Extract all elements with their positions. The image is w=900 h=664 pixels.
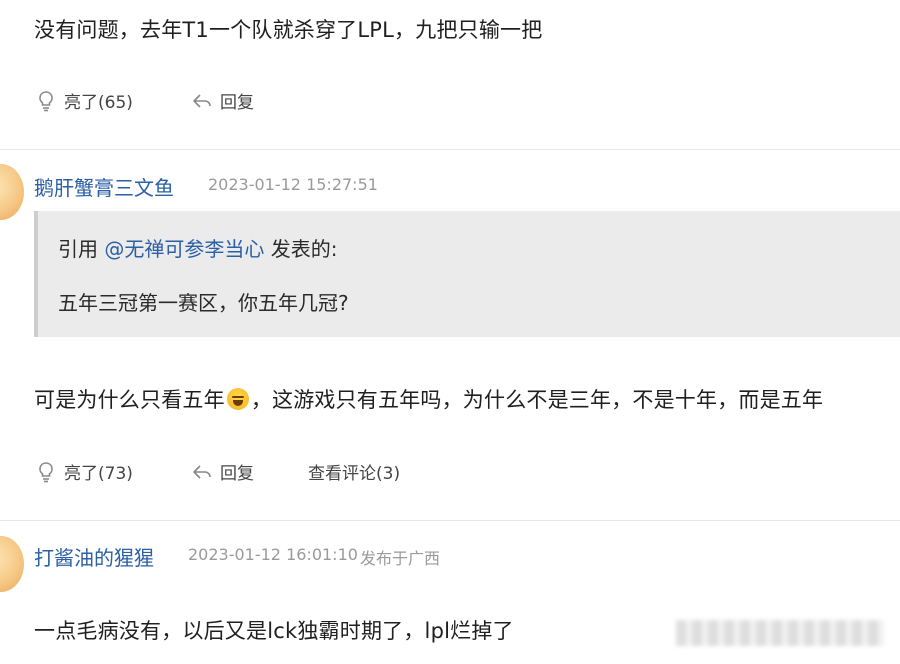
lightbulb-icon xyxy=(39,90,53,111)
comment-1-like-button[interactable]: 亮了(65) xyxy=(36,88,133,113)
reply-label: 回复 xyxy=(220,93,254,113)
comment-2-username[interactable]: 鹅肝蟹膏三文鱼 xyxy=(34,172,174,201)
quote-mention-link[interactable]: @无禅可参李当心 xyxy=(104,237,264,261)
comment-1-reply-button[interactable]: 回复 xyxy=(192,88,254,113)
reply-icon xyxy=(193,464,211,479)
comment-3-username[interactable]: 打酱油的猩猩 xyxy=(34,542,154,571)
watermark xyxy=(676,620,884,646)
reply-label: 回复 xyxy=(220,464,254,484)
comment-divider xyxy=(0,149,900,150)
reply-icon xyxy=(193,93,211,108)
avatar[interactable] xyxy=(0,536,24,592)
quote-suffix: 发表的: xyxy=(264,237,338,261)
comment-1-text: 没有问题，去年T1一个队就杀穿了LPL，九把只输一把 xyxy=(34,18,543,42)
view-replies-button[interactable]: 查看评论(3) xyxy=(308,459,400,484)
laughing-crying-emoji-icon xyxy=(226,388,249,410)
like-count-label: 亮了(65) xyxy=(64,93,133,113)
comment-2-like-button[interactable]: 亮了(73) xyxy=(36,459,133,484)
comment-3-timestamp: 2023-01-12 16:01:10 xyxy=(188,545,358,564)
comment-3-location: 发布于广西 xyxy=(360,549,441,568)
view-replies-label: 查看评论(3) xyxy=(308,464,401,484)
comment-2-text-part-2: ，这游戏只有五年吗，为什么不是三年，不是十年，而是五年 xyxy=(250,388,824,412)
comment-2-reply-button[interactable]: 回复 xyxy=(192,459,254,484)
quote-prefix: 引用 xyxy=(58,237,105,261)
comment-2-timestamp: 2023-01-12 15:27:51 xyxy=(208,175,378,194)
avatar[interactable] xyxy=(0,164,24,220)
quote-text: 五年三冠第一赛区，你五年几冠? xyxy=(58,291,349,315)
comment-2-text-part-1: 可是为什么只看五年 xyxy=(34,388,225,412)
comment-2-text: 可是为什么只看五年 ，这游戏只有五年吗，为什么不是三年，不是十年，而是五年 xyxy=(34,384,823,414)
like-count-label: 亮了(73) xyxy=(64,464,133,484)
comment-3-text: 一点毛病没有，以后又是lck独霸时期了，lpl烂掉了 xyxy=(34,619,514,643)
quote-header: 引用 @无禅可参李当心 发表的: xyxy=(58,233,337,262)
comment-divider xyxy=(0,520,900,521)
lightbulb-icon xyxy=(39,461,53,482)
quoted-comment-block: 引用 @无禅可参李当心 发表的: 五年三冠第一赛区，你五年几冠? xyxy=(34,211,900,337)
